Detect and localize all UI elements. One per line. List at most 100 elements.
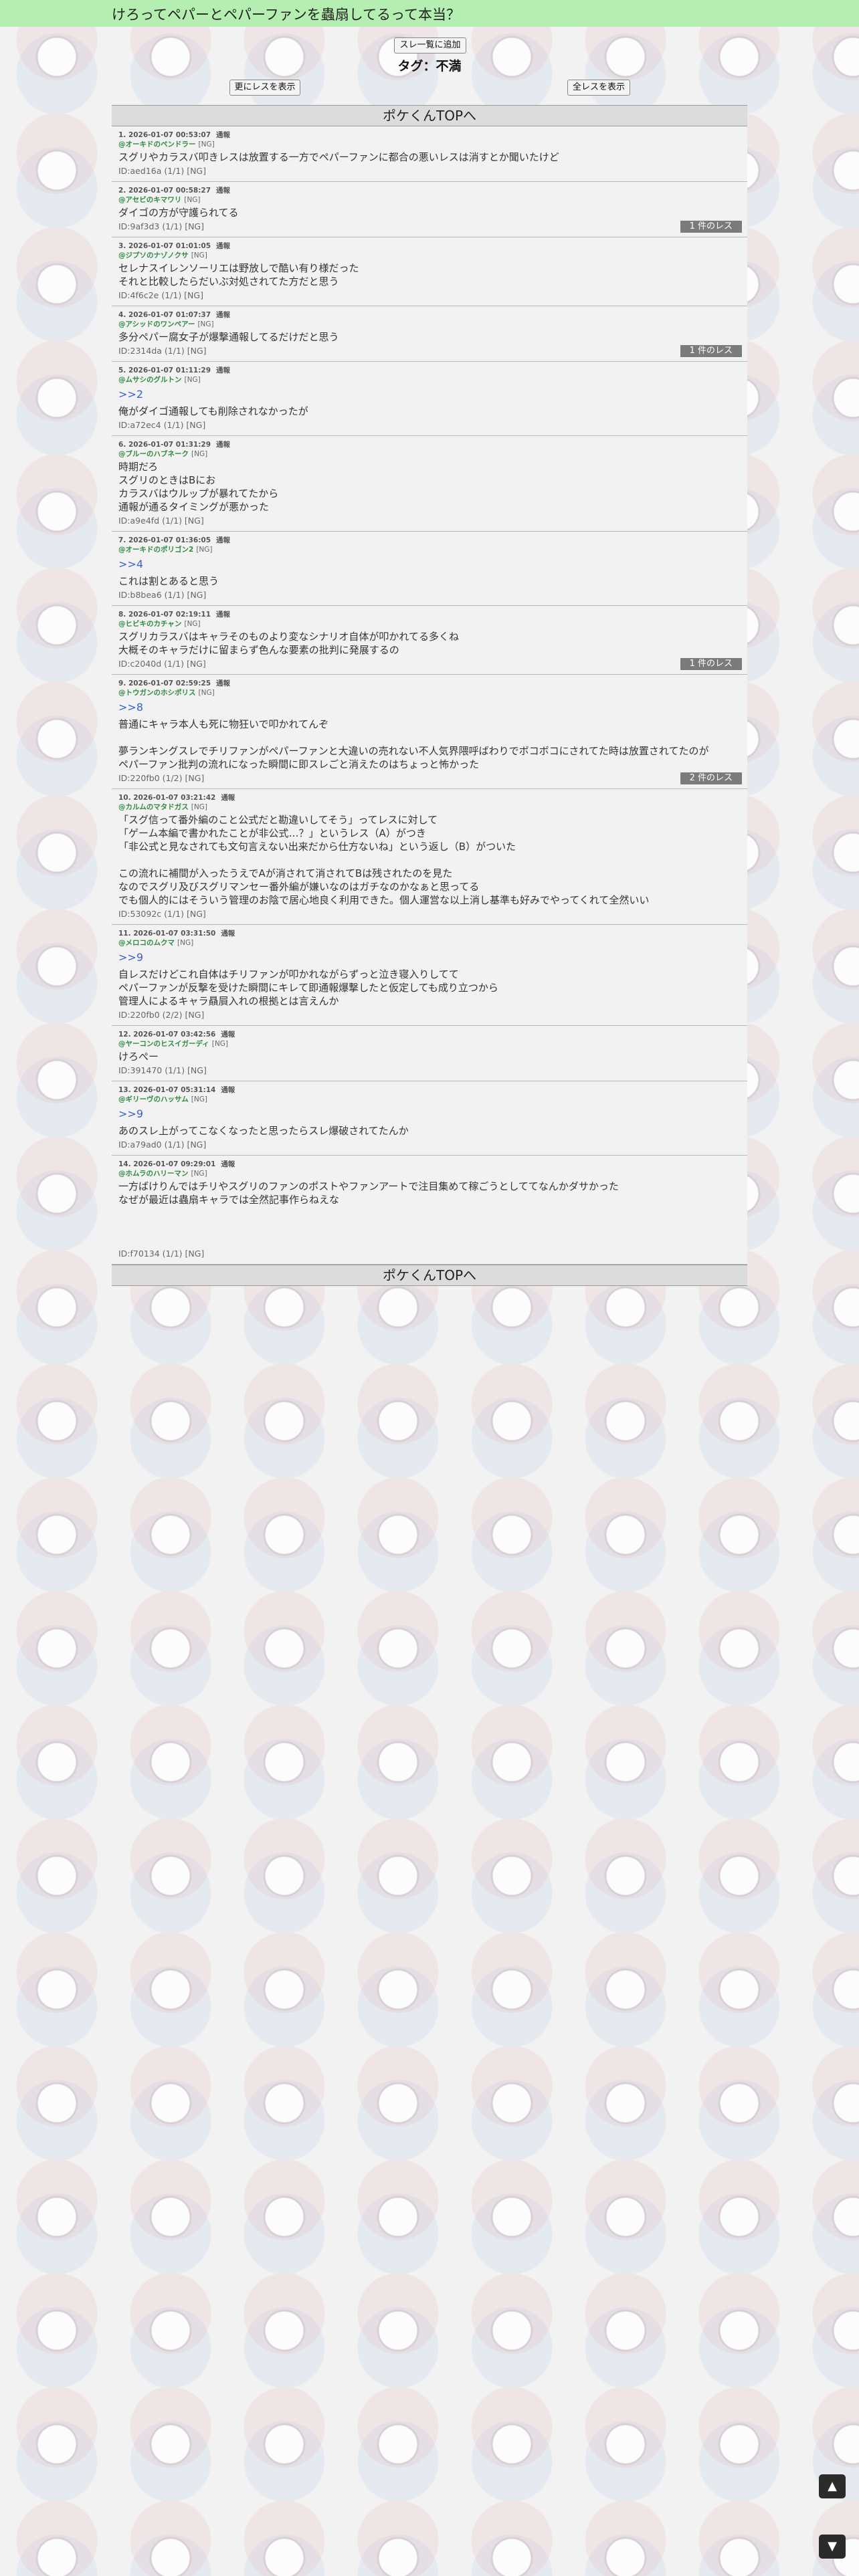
post-line: ペパーファン批判の流れになった瞬間に即スレごと消えたのはちょっと怖かった — [118, 758, 480, 770]
post-timestamp: 9. 2026-01-07 02:59:25 — [118, 679, 211, 687]
post-id: ID:f70134 (1/1) [NG] — [118, 1249, 205, 1259]
report-link[interactable]: 通報 — [216, 536, 230, 544]
report-link[interactable]: 通報 — [221, 1160, 235, 1168]
report-link[interactable]: 通報 — [216, 366, 230, 374]
post-timestamp: 1. 2026-01-07 00:53:07 — [118, 131, 211, 139]
author-name: @ホムラのハリーマン — [118, 1170, 189, 1178]
thread-container: ポケくんTOPへ 1. 2026-01-07 00:53:07 通報 @オーキドのペ… — [112, 105, 747, 1286]
post-meta: 13. 2026-01-07 05:31:14 通報 — [118, 1085, 741, 1095]
post-timestamp: 7. 2026-01-07 01:36:05 — [118, 536, 211, 544]
post-meta: 6. 2026-01-07 01:31:29 通報 — [118, 440, 741, 449]
post-line: セレナスイレンソーリエは野放しで酷い有り様だった — [118, 262, 359, 274]
post-id: ID:a79ad0 (1/1) [NG] — [118, 1140, 207, 1150]
report-link[interactable]: 通報 — [221, 1086, 235, 1094]
scroll-up-button[interactable]: ▲ — [819, 2474, 846, 2498]
post-author: @カルムのマタドガス [NG] — [118, 802, 741, 812]
post-body: 普通にキャラ本人も死に物狂いで叩かれてんぞ 夢ランキングスレでチリファンがペパー… — [118, 718, 741, 771]
report-link[interactable]: 通報 — [221, 1031, 235, 1039]
post-id: ID:a72ec4 (1/1) [NG] — [118, 420, 206, 430]
ng-link[interactable]: [NG] — [196, 546, 212, 554]
ng-link[interactable]: [NG] — [191, 1095, 207, 1103]
reply-anchor-link[interactable]: >>8 — [118, 700, 741, 715]
post-author: @ヒビキのカチャン [NG] — [118, 619, 741, 629]
post-author: @トウガンのホシポリス [NG] — [118, 688, 741, 697]
ng-link[interactable]: [NG] — [191, 450, 207, 458]
post-body: 「スグ信って番外編のこと公式だと勘違いしてそう」ってレスに対して 「ゲーム本編で書… — [118, 813, 741, 907]
post-meta: 1. 2026-01-07 00:53:07 通報 — [118, 130, 741, 140]
ng-link[interactable]: [NG] — [191, 1170, 207, 1178]
reply-count-button[interactable]: 1 件のレス — [680, 345, 742, 357]
post-meta: 10. 2026-01-07 03:21:42 通報 — [118, 793, 741, 802]
report-link[interactable]: 通報 — [216, 679, 230, 687]
report-link[interactable]: 通報 — [216, 611, 230, 619]
post-body: ダイゴの方が守護られてる — [118, 206, 741, 219]
post-line: カラスバはウルップが暴れてたから — [118, 488, 279, 500]
author-name: @ヒビキのカチャン — [118, 620, 182, 628]
reply-count-button[interactable]: 1 件のレス — [680, 221, 742, 233]
post-line: 自レスだけどこれ自体はチリファンが叩かれながらずっと泣き寝入りしてて — [118, 968, 459, 980]
report-link[interactable]: 通報 — [216, 441, 230, 449]
post-line: なのでスグリ及びスグリマンセー番外編が嫌いなのはガチなのかなぁと思ってる — [118, 881, 480, 893]
post-item: 7. 2026-01-07 01:36:05 通報 @オーキドのポリゴン2 [NG] >… — [112, 532, 747, 606]
post-body: 自レスだけどこれ自体はチリファンが叩かれながらずっと泣き寝入りしてて ペパーファン… — [118, 968, 741, 1008]
post-meta: 2. 2026-01-07 00:58:27 通報 — [118, 186, 741, 195]
post-id: ID:53092c (1/1) [NG] — [118, 909, 206, 919]
ng-link[interactable]: [NG] — [184, 196, 200, 204]
post-body: あのスレ上がってこなくなったと思ったらスレ爆破されてたんか — [118, 1124, 741, 1138]
post-id: ID:b8bea6 (1/1) [NG] — [118, 590, 207, 600]
post-meta: 14. 2026-01-07 09:29:01 通報 — [118, 1160, 741, 1169]
report-link[interactable]: 通報 — [216, 187, 230, 195]
post-meta: 9. 2026-01-07 02:59:25 通報 — [118, 679, 741, 688]
ng-link[interactable]: [NG] — [191, 251, 207, 259]
show-all-replies-button[interactable]: 全レスを表示 — [567, 80, 630, 96]
post-timestamp: 4. 2026-01-07 01:07:37 — [118, 311, 211, 319]
post-line: これは割とあると思う — [118, 575, 219, 587]
reply-anchor-link[interactable]: >>9 — [118, 950, 741, 965]
post-item: 2. 2026-01-07 00:58:27 通報 @アセビのキマワリ [NG] ダイゴ… — [112, 182, 747, 237]
show-more-replies-button[interactable]: 更にレスを表示 — [229, 80, 300, 96]
reply-count-button[interactable]: 2 件のレス — [680, 772, 742, 784]
author-name: @メロコのムクマ — [118, 939, 175, 947]
post-author: @ムサシのグルトン [NG] — [118, 375, 741, 385]
post-id: ID:391470 (1/1) [NG] — [118, 1065, 207, 1075]
report-link[interactable]: 通報 — [221, 794, 235, 802]
top-link[interactable]: ポケくんTOPへ — [112, 105, 747, 126]
post-id: ID:220fb0 (2/2) [NG] — [118, 1010, 205, 1020]
reply-anchor-link[interactable]: >>2 — [118, 387, 741, 402]
report-link[interactable]: 通報 — [216, 311, 230, 319]
report-link[interactable]: 通報 — [216, 242, 230, 250]
add-to-thread-list-button[interactable]: スレ一覧に追加 — [394, 37, 466, 53]
ng-link[interactable]: [NG] — [212, 1040, 228, 1048]
scroll-down-button[interactable]: ▼ — [819, 2535, 846, 2559]
post-line: それと比較したらだいぶ対処されてた方だと思う — [118, 276, 339, 288]
post-item: 9. 2026-01-07 02:59:25 通報 @トウガンのホシポリス [NG] >… — [112, 675, 747, 789]
author-name: @ムサシのグルトン — [118, 376, 182, 384]
post-line: 「非公式と見なされても文句言えない出来だから仕方ないね」という返し（B）がついた — [118, 841, 516, 853]
post-line: 多分ペパー腐女子が爆撃通報してるだけだと思う — [118, 331, 339, 343]
reply-anchor-link[interactable]: >>9 — [118, 1107, 741, 1121]
report-link[interactable]: 通報 — [216, 131, 230, 139]
post-timestamp: 8. 2026-01-07 02:19:11 — [118, 611, 211, 619]
post-line: 通報が通るタイミングが悪かった — [118, 501, 270, 513]
post-timestamp: 11. 2026-01-07 03:31:50 — [118, 930, 216, 938]
ng-link[interactable]: [NG] — [177, 939, 193, 947]
ng-link[interactable]: [NG] — [197, 320, 213, 328]
post-id: ID:4f6c2e (1/1) [NG] — [118, 290, 203, 300]
author-name: @ジプソのナゾノクサ — [118, 251, 189, 259]
top-link-bottom[interactable]: ポケくんTOPへ — [112, 1265, 747, 1286]
post-item: 13. 2026-01-07 05:31:14 通報 @ギリーヴのハッサム [NG] >… — [112, 1081, 747, 1156]
post-body: けろぺー — [118, 1050, 741, 1063]
reply-count-button[interactable]: 1 件のレス — [680, 658, 742, 670]
post-line — [118, 731, 741, 744]
ng-link[interactable]: [NG] — [185, 376, 201, 384]
ng-link[interactable]: [NG] — [199, 689, 215, 697]
post-line: スグリカラスバはキャラそのものより変なシナリオ自体が叩かれてる多くね — [118, 631, 459, 643]
ng-link[interactable]: [NG] — [199, 140, 215, 148]
author-name: @ブルーのハブネーク — [118, 450, 189, 458]
reply-anchor-link[interactable]: >>4 — [118, 557, 741, 572]
post-timestamp: 10. 2026-01-07 03:21:42 — [118, 794, 216, 802]
report-link[interactable]: 通報 — [221, 930, 235, 938]
post-author: @ヤーコンのヒスイガーディ [NG] — [118, 1039, 741, 1049]
ng-link[interactable]: [NG] — [184, 620, 200, 628]
ng-link[interactable]: [NG] — [191, 803, 207, 811]
